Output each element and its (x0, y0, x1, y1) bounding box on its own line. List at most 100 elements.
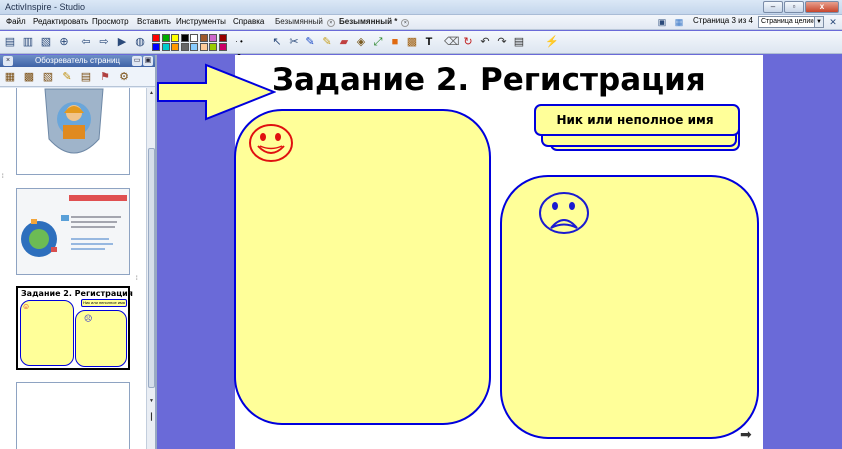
play-icon[interactable]: ▶ (115, 35, 129, 49)
color-palette (152, 34, 228, 52)
browser-tabs: ▦ ▩ ▧ ✎ ▤ ⚑ ⚙ (0, 67, 155, 87)
menu-help[interactable]: Справка (233, 17, 264, 26)
connector-icon[interactable]: ⤢ (371, 35, 385, 49)
zoom-slider-icon[interactable]: ┃ (148, 413, 155, 449)
browser-props-icon[interactable]: ▤ (79, 70, 93, 84)
happy-face-icon[interactable] (248, 122, 296, 164)
page-title[interactable]: Задание 2. Регистрация (272, 62, 706, 98)
eraser-icon[interactable]: ▰ (337, 35, 351, 49)
thumb-index: ⁞ (2, 174, 4, 180)
color-swatch[interactable] (180, 34, 189, 42)
thumb-happy-icon: ☺ (22, 302, 31, 311)
color-swatch[interactable] (218, 34, 227, 42)
pin-icon[interactable]: ▭ (132, 56, 142, 66)
tools-icon[interactable]: ✂ (287, 35, 301, 49)
thumbnails-scrollbar[interactable]: ▲ ▼ ┃ (146, 88, 155, 449)
reset-icon[interactable]: ↻ (461, 35, 475, 49)
main-toolbar: ▤ ▥ ▧ ⊕ ⇦ ⇨ ▶ ◍ · • ● ↖ ✂ ✎ ✎ ▰ ◈ ⤢ ■ ▩ … (0, 31, 842, 60)
highlighter-icon[interactable]: ✎ (320, 35, 334, 49)
color-swatch[interactable] (152, 34, 160, 42)
color-swatch[interactable] (161, 34, 170, 42)
zoom-select[interactable]: Страница целиком ▼ (758, 16, 824, 28)
page-indicator: Страница 3 из 4 (693, 16, 753, 25)
page-browser-header: × Обозреватель страниц ▭ ▣ (0, 55, 155, 67)
window-controls: – ▫ x (763, 1, 839, 13)
scroll-thumb[interactable] (148, 148, 155, 388)
menu-edit[interactable]: Редактировать (33, 17, 88, 26)
color-swatch[interactable] (199, 34, 208, 42)
doc-tab-2[interactable]: Безымянный * × (336, 16, 412, 29)
fill-icon[interactable]: ◈ (354, 35, 368, 49)
page-browser-icon[interactable]: ▦ (672, 15, 686, 29)
undo-icon[interactable]: ↶ (478, 35, 492, 49)
media-icon[interactable]: ▩ (405, 35, 419, 49)
select-arrow-icon[interactable]: ↖ (270, 35, 284, 49)
scroll-up-icon[interactable]: ▲ (148, 90, 155, 98)
sad-face-icon[interactable] (537, 190, 593, 238)
color-swatch[interactable] (171, 43, 179, 51)
globe-icon[interactable]: ◍ (133, 35, 147, 49)
maximize-button[interactable]: ▫ (784, 1, 804, 13)
browser-notes-icon[interactable]: ✎ (60, 70, 74, 84)
pen-width-icon[interactable]: · • ● (232, 35, 246, 60)
thumb-illustration (17, 88, 129, 174)
page-reset-icon[interactable]: ▤ (512, 35, 526, 49)
color-swatch[interactable] (190, 34, 198, 42)
menu-file[interactable]: Файл (6, 17, 26, 26)
prev-page-icon[interactable]: ⇦ (79, 35, 93, 49)
doc-tab-label: Безымянный (275, 17, 323, 26)
color-swatch[interactable] (190, 43, 198, 51)
pen-icon[interactable]: ✎ (303, 35, 317, 49)
close-tab-icon[interactable]: × (401, 19, 410, 27)
clear-icon[interactable]: ⌫ (444, 35, 460, 49)
main-menu-icon[interactable]: ▤ (3, 35, 17, 49)
close-tab-icon[interactable]: × (326, 19, 335, 27)
zoom-icon[interactable]: ⊕ (57, 35, 71, 49)
page-thumbnail-3[interactable]: Задание 2. Регистрация Ник или неполное … (16, 286, 133, 370)
open-icon[interactable]: ▥ (21, 35, 35, 49)
page-browser-title: Обозреватель страниц (34, 56, 120, 65)
menu-bar: Файл Редактировать Просмотр Вставить Инс… (0, 15, 842, 30)
doc-tab-1[interactable]: Безымянный × (272, 16, 338, 29)
minimize-button[interactable]: – (763, 1, 783, 13)
color-swatch[interactable] (152, 43, 160, 51)
zoom-value: Страница целиком (761, 18, 823, 25)
doc-tab-label: Безымянный * (339, 17, 398, 26)
dual-user-icon[interactable]: ⚡ (545, 35, 559, 49)
expand-icon[interactable]: ✕ (826, 15, 840, 29)
menu-tools[interactable]: Инструменты (176, 17, 226, 26)
color-swatch[interactable] (171, 34, 179, 42)
shape-icon[interactable]: ■ (388, 35, 402, 49)
dock-icon[interactable]: ▣ (143, 56, 153, 66)
color-swatch[interactable] (199, 43, 208, 51)
menu-insert[interactable]: Вставить (137, 17, 171, 26)
browser-resource-icon[interactable]: ▩ (22, 70, 36, 84)
menu-view[interactable]: Просмотр (92, 17, 129, 26)
color-swatch[interactable] (218, 43, 227, 51)
color-swatch[interactable] (209, 34, 217, 42)
window-title: ActivInspire - Studio (5, 2, 86, 12)
browser-actions-icon[interactable]: ⚑ (98, 70, 112, 84)
browser-voting-icon[interactable]: ⚙ (117, 70, 131, 84)
page-browser: × Обозреватель страниц ▭ ▣ ▦ ▩ ▧ ✎ ▤ ⚑ ⚙… (0, 55, 157, 449)
page-turn-icon[interactable]: ➡ (740, 427, 760, 441)
redo-icon[interactable]: ↷ (495, 35, 509, 49)
scroll-down-icon[interactable]: ▼ (148, 398, 155, 406)
color-swatch[interactable] (209, 43, 217, 51)
page-thumbnail-2[interactable] (16, 188, 130, 275)
browser-objects-icon[interactable]: ▧ (41, 70, 55, 84)
close-button[interactable]: x (805, 1, 839, 13)
text-icon[interactable]: T (422, 35, 436, 49)
page-thumbnail-1[interactable] (16, 88, 130, 175)
page-thumbnail-4[interactable] (16, 382, 130, 449)
next-page-icon[interactable]: ⇨ (97, 35, 111, 49)
color-swatch[interactable] (180, 43, 189, 51)
thumb-index: ⁞ (136, 276, 138, 282)
color-swatch[interactable] (161, 43, 170, 51)
fullscreen-icon[interactable]: ▣ (655, 15, 669, 29)
close-icon[interactable]: × (3, 56, 13, 66)
desktop-icon[interactable]: ▧ (39, 35, 53, 49)
title-bar: ActivInspire - Studio – ▫ x (0, 0, 842, 15)
browser-pages-icon[interactable]: ▦ (3, 70, 17, 84)
thumb-title: Задание 2. Регистрация (21, 289, 133, 298)
